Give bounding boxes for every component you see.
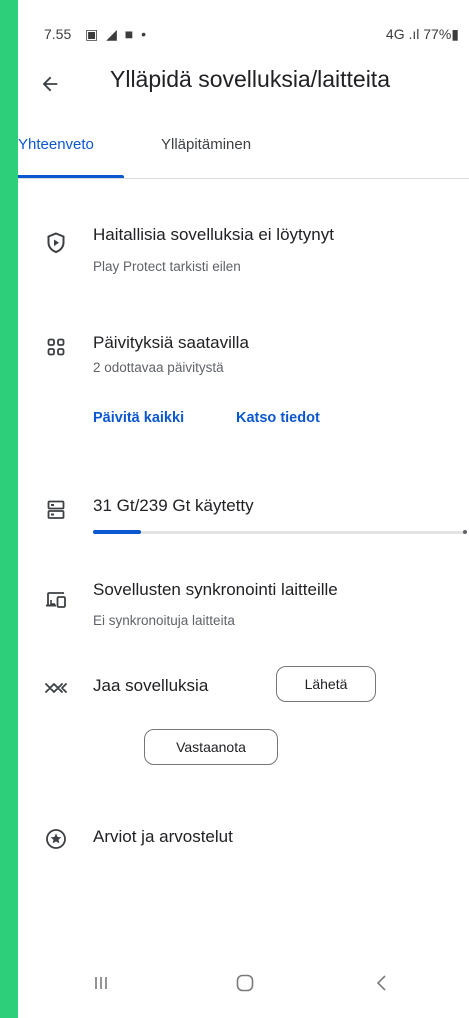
sync-row[interactable]: Sovellusten synkronointi laitteille Ei s… <box>18 580 469 640</box>
devices-icon <box>42 586 70 614</box>
recent-apps-icon <box>95 977 107 989</box>
ratings-title: Arviot ja arvostelut <box>93 827 233 846</box>
recent-apps-button[interactable] <box>81 963 121 1003</box>
system-navigation-bar <box>18 955 469 1018</box>
app-bar: Ylläpidä sovelluksia/laitteita <box>18 56 469 112</box>
storage-progress-end <box>463 530 467 534</box>
storage-row[interactable]: 31 Gt/239 Gt käytetty <box>18 496 469 546</box>
status-indicators: 4G .ıl 77%▮ <box>385 26 459 42</box>
chevron-left-icon <box>376 975 386 991</box>
storage-title: 31 Gt/239 Gt käytetty <box>93 496 254 515</box>
notification-icons: ▣ ◢ ■ • <box>85 26 149 42</box>
share-apps-row: Jaa sovelluksia <box>18 674 469 704</box>
storage-progress-bar <box>93 530 467 534</box>
apps-grid-icon <box>42 333 70 361</box>
home-icon <box>236 974 254 992</box>
arrow-left-icon <box>42 76 58 92</box>
see-details-link[interactable]: Katso tiedot <box>236 410 320 426</box>
tab-overview[interactable]: Yhteenveto <box>18 136 94 153</box>
phone-screen: 7.55 ▣ ◢ ■ • 4G .ıl 77%▮ Ylläpidä sovell… <box>18 0 469 1018</box>
share-title: Jaa sovelluksia <box>93 676 209 695</box>
protect-subtitle: Play Protect tarkisti eilen <box>93 259 241 274</box>
storage-icon <box>42 496 70 524</box>
send-button[interactable]: Lähetä <box>276 666 376 702</box>
tab-maintenance[interactable]: Ylläpitäminen <box>161 136 251 153</box>
updates-subtitle: 2 odottavaa päivitystä <box>93 360 224 375</box>
star-circle-icon <box>42 825 70 853</box>
nearby-share-icon <box>42 674 70 702</box>
status-bar: 7.55 ▣ ◢ ■ • 4G .ıl 77%▮ <box>18 0 469 56</box>
page-title: Ylläpidä sovelluksia/laitteita <box>110 66 390 92</box>
updates-row[interactable]: Päivityksiä saatavilla 2 odottavaa päivi… <box>18 333 469 393</box>
sync-subtitle: Ei synkronoituja laitteita <box>93 613 235 628</box>
play-protect-shield-icon <box>42 229 70 257</box>
home-button[interactable] <box>225 963 265 1003</box>
back-button[interactable] <box>32 66 68 102</box>
updates-title: Päivityksiä saatavilla <box>93 333 249 352</box>
status-time: 7.55 <box>44 26 72 42</box>
receive-button[interactable]: Vastaanota <box>144 729 278 765</box>
sync-title: Sovellusten synkronointi laitteille <box>93 580 338 599</box>
ratings-reviews-row[interactable]: Arviot ja arvostelut <box>18 825 469 855</box>
tab-bar: Yhteenveto Ylläpitäminen <box>18 120 469 179</box>
protect-title: Haitallisia sovelluksia ei löytynyt <box>93 225 334 244</box>
update-all-link[interactable]: Päivitä kaikki <box>93 410 184 426</box>
active-tab-indicator <box>18 175 124 178</box>
play-protect-row[interactable]: Haitallisia sovelluksia ei löytynyt Play… <box>18 225 469 285</box>
storage-progress-fill <box>93 530 142 534</box>
nav-back-button[interactable] <box>361 963 401 1003</box>
